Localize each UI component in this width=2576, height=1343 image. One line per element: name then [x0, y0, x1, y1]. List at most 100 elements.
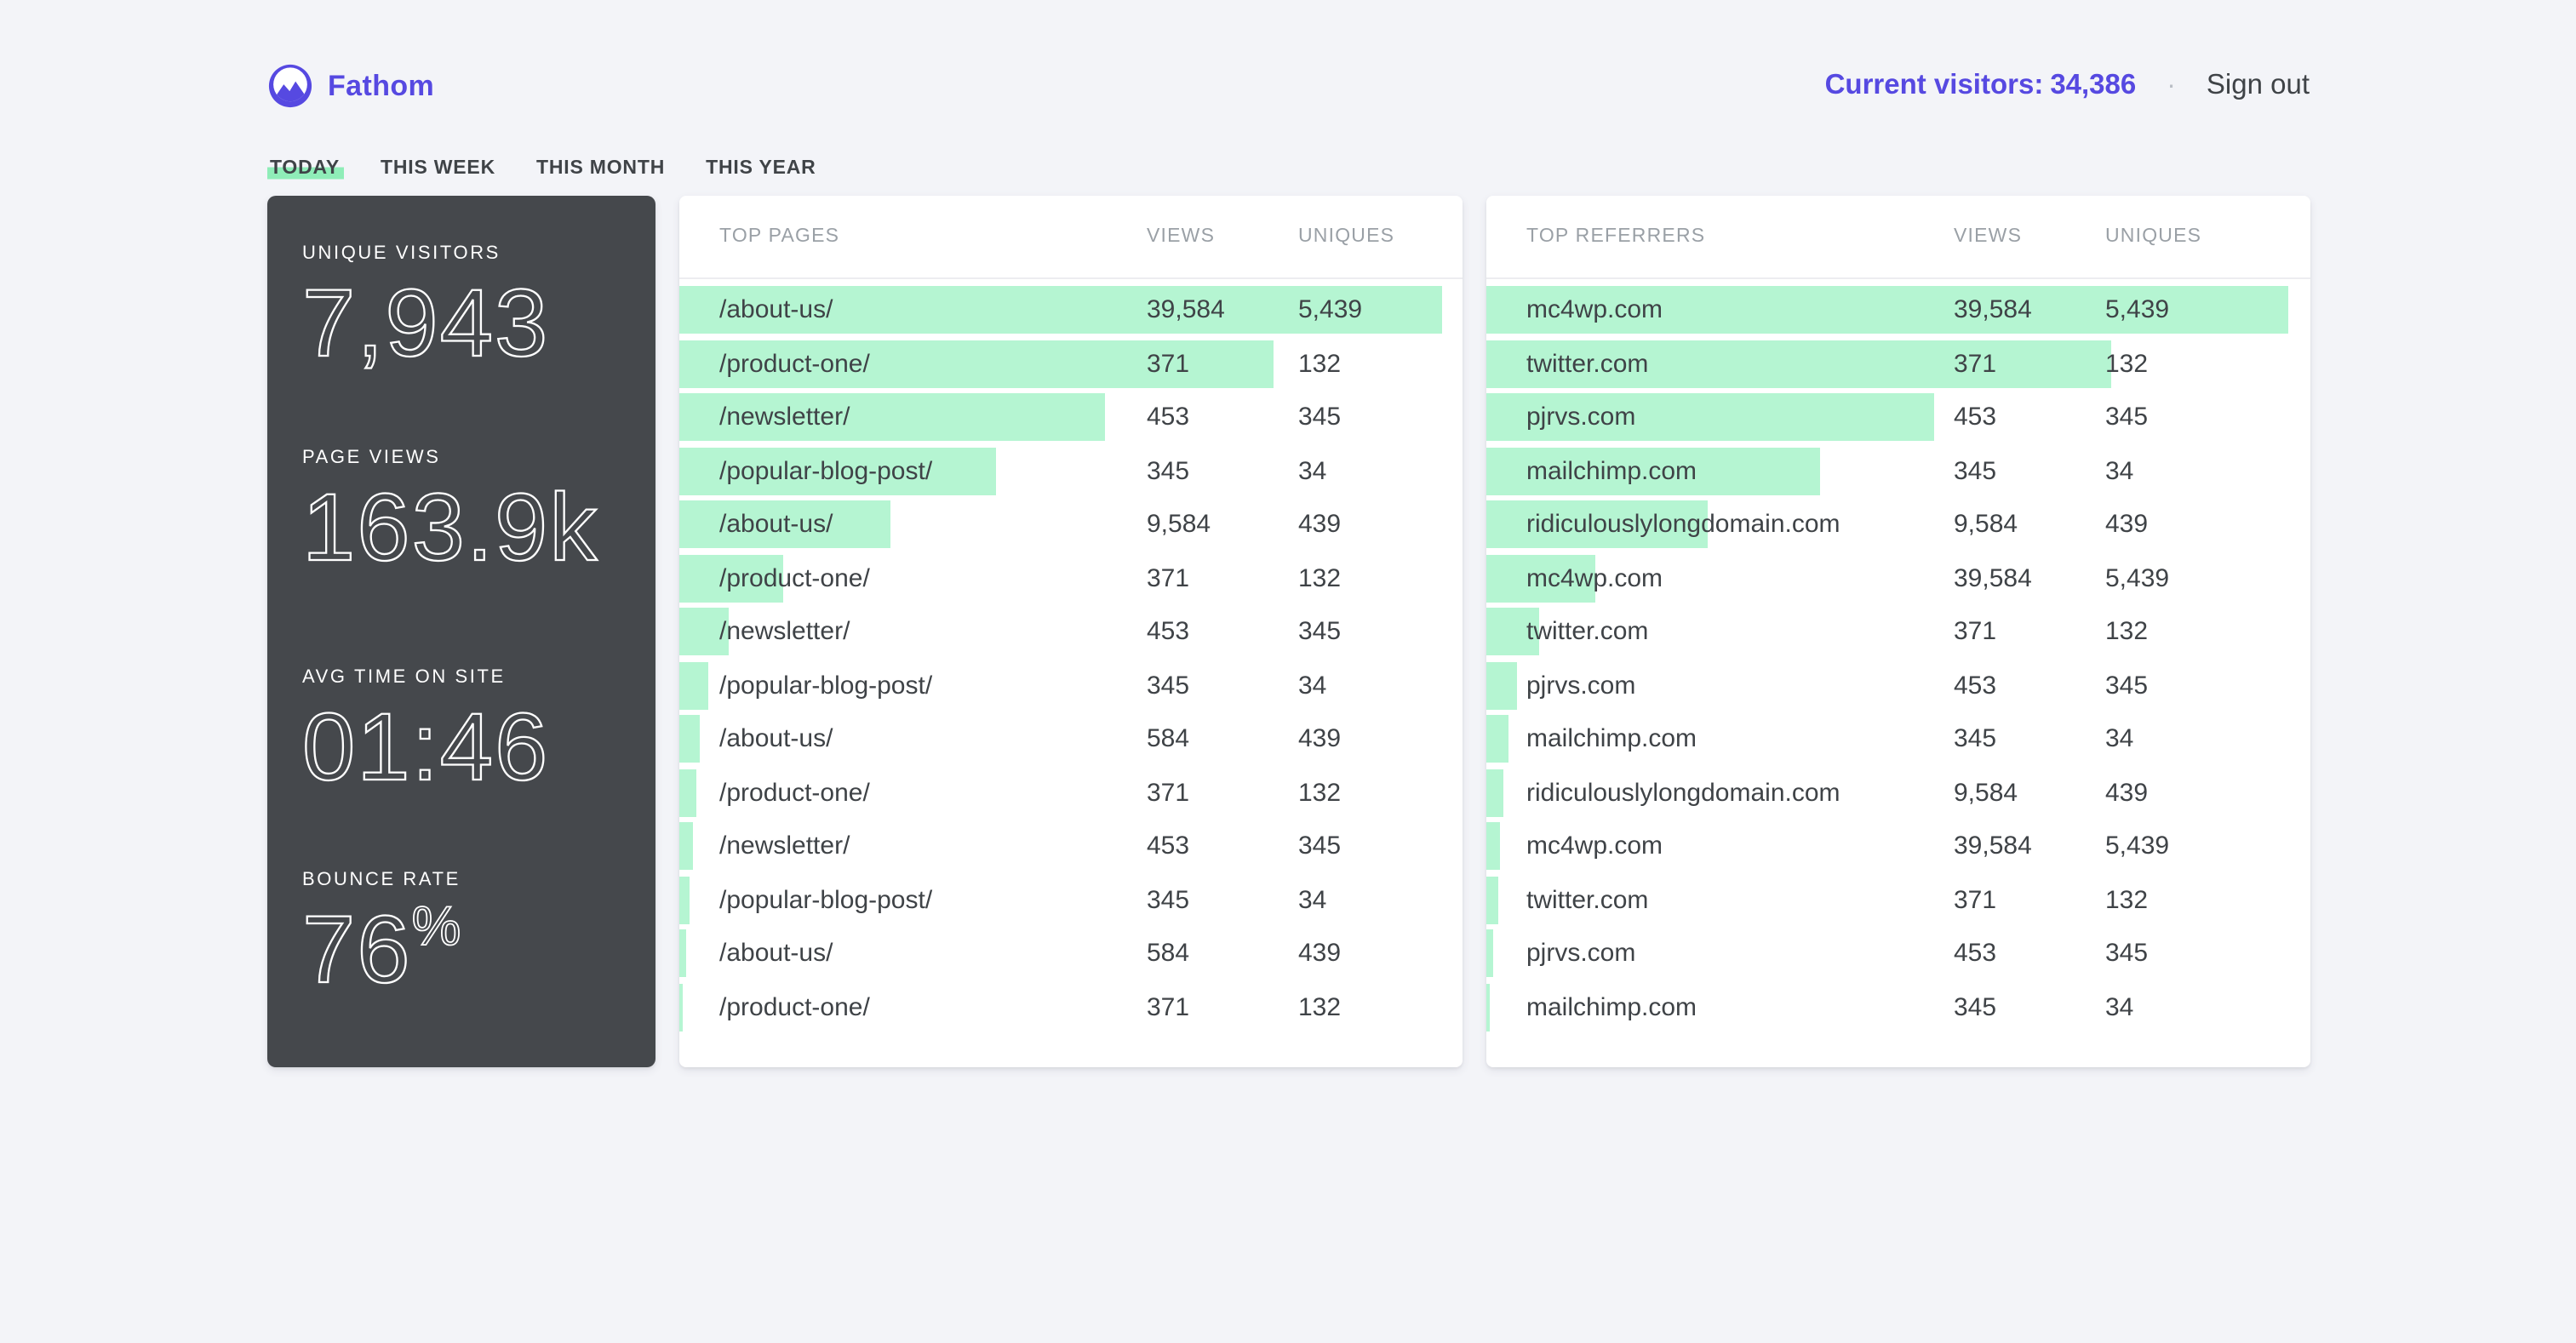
row-label: mc4wp.com — [1526, 295, 1663, 324]
row-label: pjrvs.com — [1526, 403, 1635, 431]
current-visitors-label: Current visitors: — [1825, 70, 2044, 100]
row-label: /about-us/ — [719, 295, 833, 324]
table-row: /popular-blog-post/ 345 34 — [678, 661, 1462, 709]
row-uniques: 5,439 — [2105, 563, 2169, 592]
stat-unique-visitors: UNIQUE VISITORS 7,943 — [302, 243, 634, 371]
row-uniques: 439 — [1298, 939, 1341, 968]
row-views: 39,584 — [1954, 295, 2032, 324]
table-row: /product-one/ 371 132 — [678, 769, 1462, 816]
row-uniques: 345 — [2105, 671, 2148, 700]
row-bar — [1485, 983, 1490, 1031]
tab-this-year[interactable]: THIS YEAR — [702, 156, 819, 181]
row-label: pjrvs.com — [1526, 939, 1635, 968]
table-row: mc4wp.com 39,584 5,439 — [1485, 286, 2310, 334]
row-views: 584 — [1147, 939, 1189, 968]
stat-avg-time-on-site: AVG TIME ON SITE 01:46 — [302, 667, 634, 795]
table-row: /about-us/ 9,584 439 — [678, 500, 1462, 548]
tab-this-month[interactable]: THIS MONTH — [533, 156, 668, 181]
current-visitors-link[interactable]: Current visitors:34,386 — [1825, 70, 2137, 102]
table-row: pjrvs.com 453 345 — [1485, 393, 2310, 441]
row-label: /product-one/ — [719, 563, 870, 592]
row-views: 9,584 — [1954, 778, 2018, 807]
row-uniques: 34 — [2105, 992, 2133, 1021]
row-bar — [1485, 822, 1500, 870]
header: Fathom Current visitors:34,386 · Sign ou… — [266, 0, 2310, 109]
row-uniques: 132 — [1298, 778, 1341, 807]
table-row: /product-one/ 371 132 — [678, 554, 1462, 602]
stat-label: AVG TIME ON SITE — [302, 667, 634, 688]
stat-value: 01:46 — [302, 700, 634, 795]
stat-page-views: PAGE VIEWS 163.9k — [302, 448, 634, 575]
row-views: 453 — [1954, 403, 1996, 431]
table-row: /about-us/ 584 439 — [678, 929, 1462, 977]
table-header: TOP PAGES VIEWS UNIQUES — [678, 196, 1462, 279]
app-viewport: Fathom Current visitors:34,386 · Sign ou… — [0, 0, 2576, 1343]
row-label: ridiculouslylongdomain.com — [1526, 778, 1840, 807]
table-row: mailchimp.com 345 34 — [1485, 715, 2310, 763]
current-visitors-value: 34,386 — [2050, 70, 2136, 100]
row-label: /popular-blog-post/ — [719, 456, 932, 485]
row-views: 453 — [1954, 939, 1996, 968]
table-row: mc4wp.com 39,584 5,439 — [1485, 554, 2310, 602]
row-label: mc4wp.com — [1526, 832, 1663, 860]
row-views: 39,584 — [1954, 832, 2032, 860]
stat-value: 76% — [302, 902, 634, 997]
stat-bounce-rate: BOUNCE RATE 76% — [302, 870, 634, 997]
stat-label: BOUNCE RATE — [302, 870, 634, 890]
row-uniques: 439 — [1298, 724, 1341, 753]
dot-separator: · — [2167, 71, 2176, 101]
row-label: /product-one/ — [719, 992, 870, 1021]
tab-today[interactable]: TODAY — [266, 156, 343, 181]
fathom-logo-icon — [266, 63, 312, 109]
row-uniques: 345 — [1298, 832, 1341, 860]
table-rows: /about-us/ 39,584 5,439 /product-one/ 37… — [678, 279, 1462, 1031]
col-header-views: VIEWS — [1147, 226, 1215, 247]
table-row: /product-one/ 371 132 — [678, 983, 1462, 1031]
top-referrers-card: TOP REFERRERS VIEWS UNIQUES mc4wp.com 39… — [1485, 196, 2310, 1067]
row-views: 9,584 — [1954, 510, 2018, 539]
col-header-views: VIEWS — [1954, 226, 2022, 247]
row-views: 345 — [1954, 456, 1996, 485]
summary-stats-card: UNIQUE VISITORS 7,943 PAGE VIEWS 163.9k … — [266, 196, 655, 1067]
brand-logo[interactable]: Fathom — [266, 63, 434, 109]
row-bar — [1485, 715, 1508, 763]
row-views: 39,584 — [1954, 563, 2032, 592]
row-uniques: 132 — [1298, 563, 1341, 592]
row-uniques: 34 — [2105, 724, 2133, 753]
row-label: /about-us/ — [719, 939, 833, 968]
row-uniques: 34 — [1298, 885, 1326, 914]
row-bar — [678, 822, 693, 870]
table-row: /popular-blog-post/ 345 34 — [678, 447, 1462, 494]
row-label: /newsletter/ — [719, 832, 850, 860]
stat-value: 163.9k — [302, 480, 634, 575]
table-row: /about-us/ 584 439 — [678, 715, 1462, 763]
table-row: twitter.com 371 132 — [1485, 876, 2310, 923]
row-uniques: 132 — [2105, 617, 2148, 646]
table-row: ridiculouslylongdomain.com 9,584 439 — [1485, 500, 2310, 548]
row-label: twitter.com — [1526, 885, 1648, 914]
row-views: 453 — [1954, 671, 1996, 700]
row-label: mailchimp.com — [1526, 992, 1697, 1021]
row-uniques: 132 — [2105, 885, 2148, 914]
tab-this-week[interactable]: THIS WEEK — [377, 156, 499, 181]
row-views: 39,584 — [1147, 295, 1225, 324]
row-views: 345 — [1147, 456, 1189, 485]
row-views: 371 — [1147, 563, 1189, 592]
row-bar — [678, 769, 696, 816]
table-row: /popular-blog-post/ 345 34 — [678, 876, 1462, 923]
table-title: TOP REFERRERS — [1526, 226, 1705, 247]
row-uniques: 345 — [2105, 403, 2148, 431]
row-uniques: 439 — [1298, 510, 1341, 539]
row-uniques: 345 — [1298, 403, 1341, 431]
row-views: 345 — [1954, 724, 1996, 753]
row-uniques: 5,439 — [1298, 295, 1362, 324]
sign-out-button[interactable]: Sign out — [2207, 70, 2310, 102]
stat-label: PAGE VIEWS — [302, 448, 634, 468]
table-row: twitter.com 371 132 — [1485, 340, 2310, 387]
table-header: TOP REFERRERS VIEWS UNIQUES — [1485, 196, 2310, 279]
table-row: /newsletter/ 453 345 — [678, 393, 1462, 441]
row-label: mailchimp.com — [1526, 724, 1697, 753]
row-bar — [1485, 769, 1503, 816]
row-uniques: 132 — [1298, 349, 1341, 378]
table-row: pjrvs.com 453 345 — [1485, 661, 2310, 709]
